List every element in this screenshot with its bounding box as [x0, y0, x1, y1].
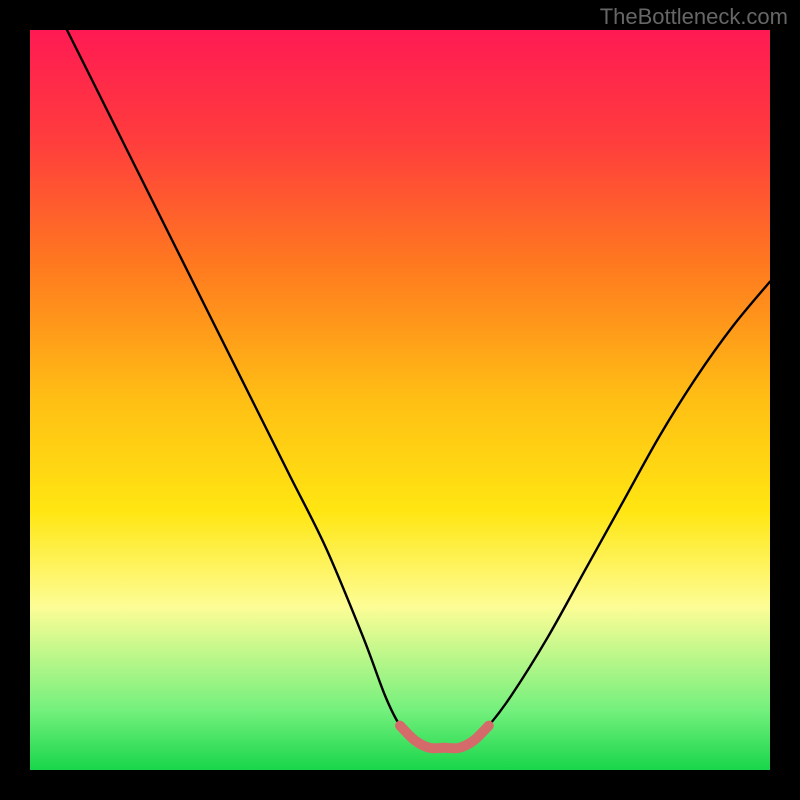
chart-container: TheBottleneck.com	[0, 0, 800, 800]
highlight-band	[400, 726, 489, 749]
watermark-text: TheBottleneck.com	[600, 4, 788, 30]
curve-svg	[30, 30, 770, 770]
plot-area	[30, 30, 770, 770]
bottleneck-curve	[67, 30, 770, 748]
